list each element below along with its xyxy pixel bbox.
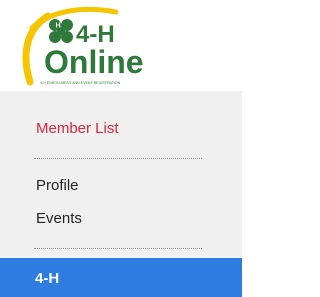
program-label: 4-H: [35, 270, 60, 287]
logo-brand-bottom: Online: [44, 44, 144, 80]
app-logo[interactable]: H 4-H Online 4-H ENROLLMENT AND EVENT RE…: [0, 0, 242, 91]
clover-logo-icon: H 4-H Online 4-H ENROLLMENT AND EVENT RE…: [22, 6, 144, 86]
sidebar-item-events[interactable]: Events: [36, 210, 82, 227]
svg-text:H: H: [56, 23, 61, 30]
sidebar-item-profile[interactable]: Profile: [36, 177, 79, 194]
program-bar[interactable]: 4-H: [0, 258, 242, 297]
menu-divider: [34, 248, 202, 249]
menu-divider: [34, 158, 202, 159]
sidebar-item-member-list[interactable]: Member List: [36, 120, 119, 137]
logo-tagline: 4-H ENROLLMENT AND EVENT REGISTRATION: [40, 81, 121, 85]
